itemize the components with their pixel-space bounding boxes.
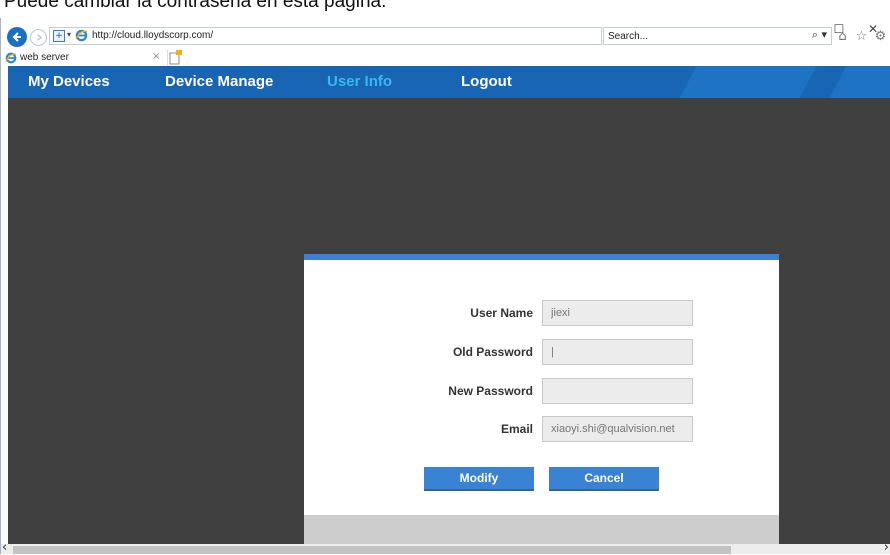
back-button[interactable]: [7, 27, 27, 47]
scroll-right-icon[interactable]: ›: [884, 540, 889, 555]
toolbar-icons: ⌂ ☆ ⚙ ☺: [834, 26, 890, 46]
user-name-label: User Name: [470, 306, 533, 320]
old-password-field[interactable]: [542, 339, 693, 365]
ie-logo-icon: [5, 52, 17, 64]
new-password-field[interactable]: [542, 378, 693, 404]
search-input[interactable]: [608, 29, 778, 43]
address-bar[interactable]: + ▾ http://cloud.lloydscorp.com/ ▾ C: [49, 27, 629, 45]
dialog-footer: [304, 515, 779, 546]
nav-decoration: [829, 66, 890, 98]
address-row: + ▾ http://cloud.lloydscorp.com/ ▾ C ⌕ ▾…: [1, 26, 890, 48]
nav-user-info[interactable]: User Info: [327, 73, 392, 90]
old-password-label: Old Password: [452, 345, 533, 359]
close-tab-icon[interactable]: ×: [152, 51, 160, 62]
nav-logout[interactable]: Logout: [461, 73, 512, 90]
gear-icon[interactable]: ⚙: [872, 26, 889, 46]
browser-window: – ☐ ✕ + ▾ http://cloud.lloydscorp.com/ ▾…: [0, 18, 890, 555]
scrollbar-thumb[interactable]: [13, 546, 731, 554]
home-icon[interactable]: ⌂: [834, 26, 851, 46]
ie-logo-icon: [75, 29, 88, 42]
email-field[interactable]: [542, 416, 693, 442]
search-box[interactable]: ⌕ ▾: [603, 27, 832, 45]
nav-decoration: [679, 66, 817, 98]
nav-my-devices[interactable]: My Devices: [28, 73, 110, 90]
modify-button[interactable]: Modify: [424, 467, 534, 491]
compat-view-icon[interactable]: +: [53, 30, 65, 42]
new-password-label: New Password: [448, 384, 533, 398]
tab-web-server[interactable]: web server ×: [1, 50, 168, 66]
user-name-field[interactable]: [542, 300, 693, 326]
tab-title: web server: [20, 52, 69, 63]
tab-row: web server ×: [1, 50, 890, 66]
chevron-down-icon[interactable]: ▾: [67, 30, 71, 39]
user-info-dialog: User Name Old Password New Password Emai…: [304, 254, 779, 546]
forward-arrow-icon: [37, 34, 43, 41]
caption-text: Puede cambiar la contraseña en esta pági…: [4, 0, 387, 12]
dialog-accent-bar: [304, 254, 779, 260]
caption-bar: Puede cambiar la contraseña en esta pági…: [0, 0, 890, 18]
nav-device-manage[interactable]: Device Manage: [165, 73, 273, 90]
forward-button[interactable]: [30, 29, 47, 46]
horizontal-scrollbar[interactable]: ‹ ›: [1, 540, 890, 555]
search-icon[interactable]: ⌕ ▾: [812, 28, 827, 42]
email-label: Email: [500, 422, 533, 436]
back-arrow-icon: [12, 32, 21, 42]
scroll-left-icon[interactable]: ‹: [2, 540, 7, 555]
new-tab-icon[interactable]: [168, 50, 182, 65]
top-nav: My Devices Device Manage User Info Logou…: [8, 66, 890, 98]
star-icon[interactable]: ☆: [853, 26, 870, 46]
cancel-button[interactable]: Cancel: [549, 467, 659, 491]
url-text[interactable]: http://cloud.lloydscorp.com/: [92, 30, 213, 41]
